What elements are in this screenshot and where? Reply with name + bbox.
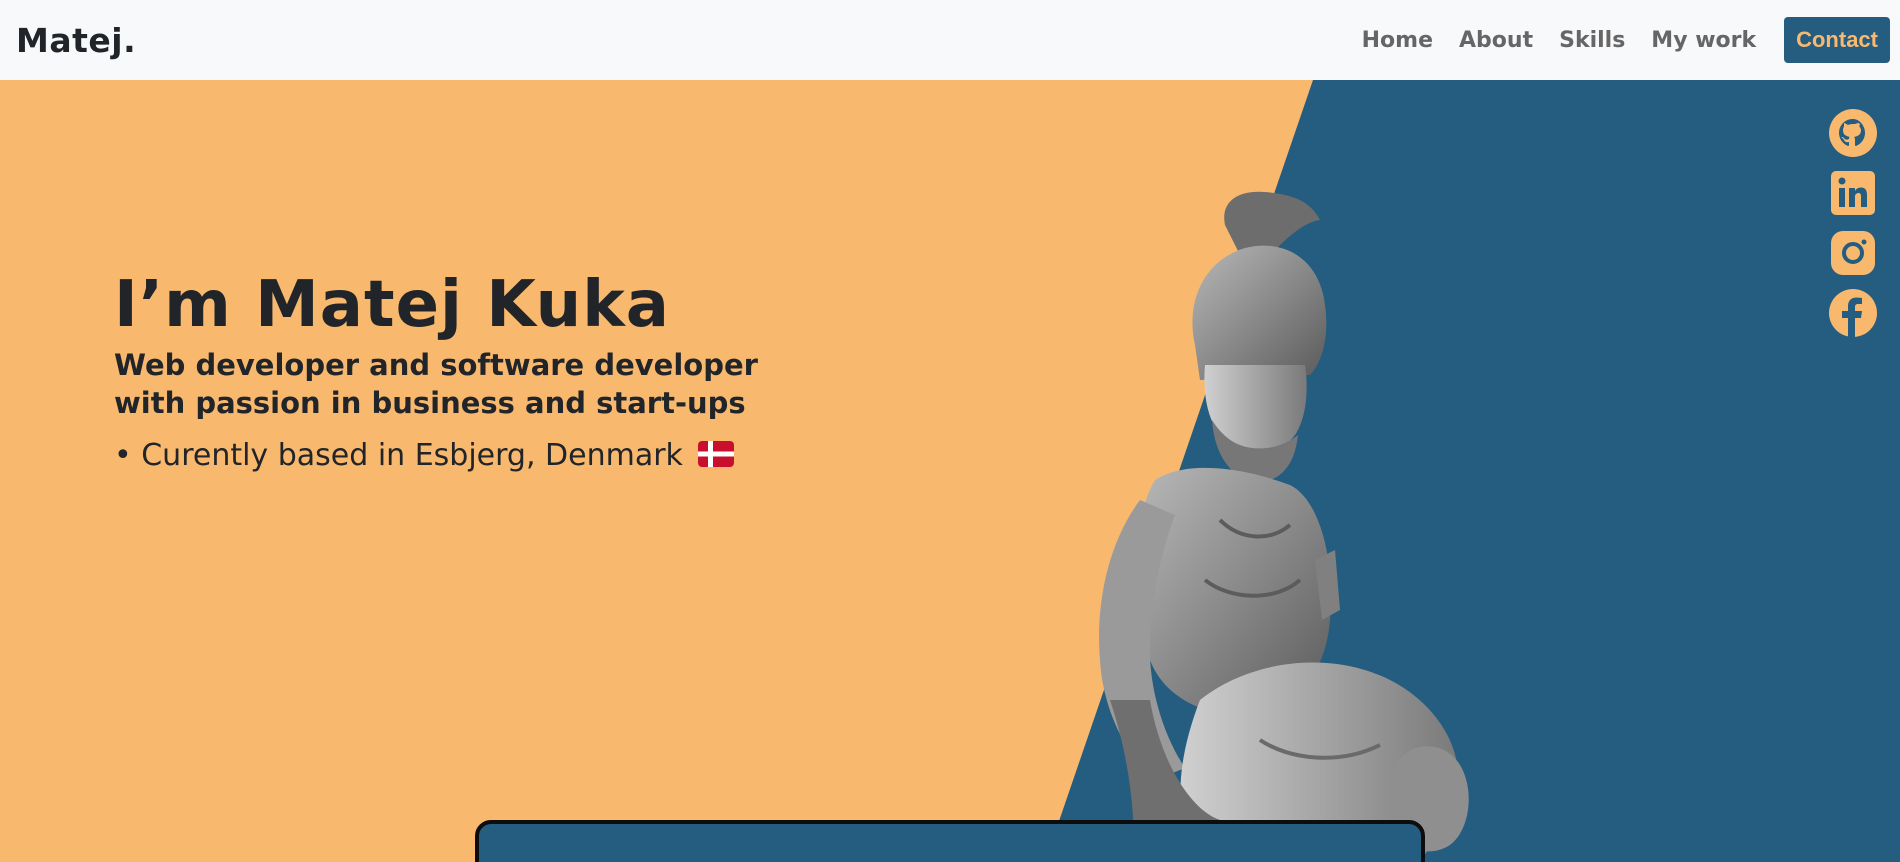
hero-subtitle-line1: Web developer and software developer xyxy=(114,348,758,382)
contact-button[interactable]: Contact xyxy=(1784,17,1890,63)
hero-location: • Curently based in Esbjerg, Denmark xyxy=(114,438,683,473)
nav-my-work-link[interactable]: My work xyxy=(1651,28,1756,53)
nav-links: Home About Skills My work Contact xyxy=(1362,17,1890,63)
nav-home-link[interactable]: Home xyxy=(1362,28,1433,53)
hero-section: I’m Matej Kuka Web developer and softwar… xyxy=(0,80,1900,862)
hero-headline: I’m Matej Kuka xyxy=(114,268,670,342)
content-card xyxy=(475,820,1425,862)
instagram-icon[interactable] xyxy=(1828,228,1878,278)
linkedin-icon[interactable] xyxy=(1828,168,1878,218)
social-links xyxy=(1828,108,1878,348)
nav-skills-link[interactable]: Skills xyxy=(1559,28,1625,53)
nav-about-link[interactable]: About xyxy=(1459,28,1533,53)
brand-logo[interactable]: Matej. xyxy=(16,21,136,60)
denmark-flag-icon xyxy=(698,441,734,467)
navbar: Matej. Home About Skills My work Contact xyxy=(0,0,1900,80)
github-icon[interactable] xyxy=(1828,108,1878,158)
hero-subtitle-line2: with passion in business and start-ups xyxy=(114,386,746,420)
statue-image xyxy=(1099,191,1469,862)
facebook-icon[interactable] xyxy=(1828,288,1878,338)
